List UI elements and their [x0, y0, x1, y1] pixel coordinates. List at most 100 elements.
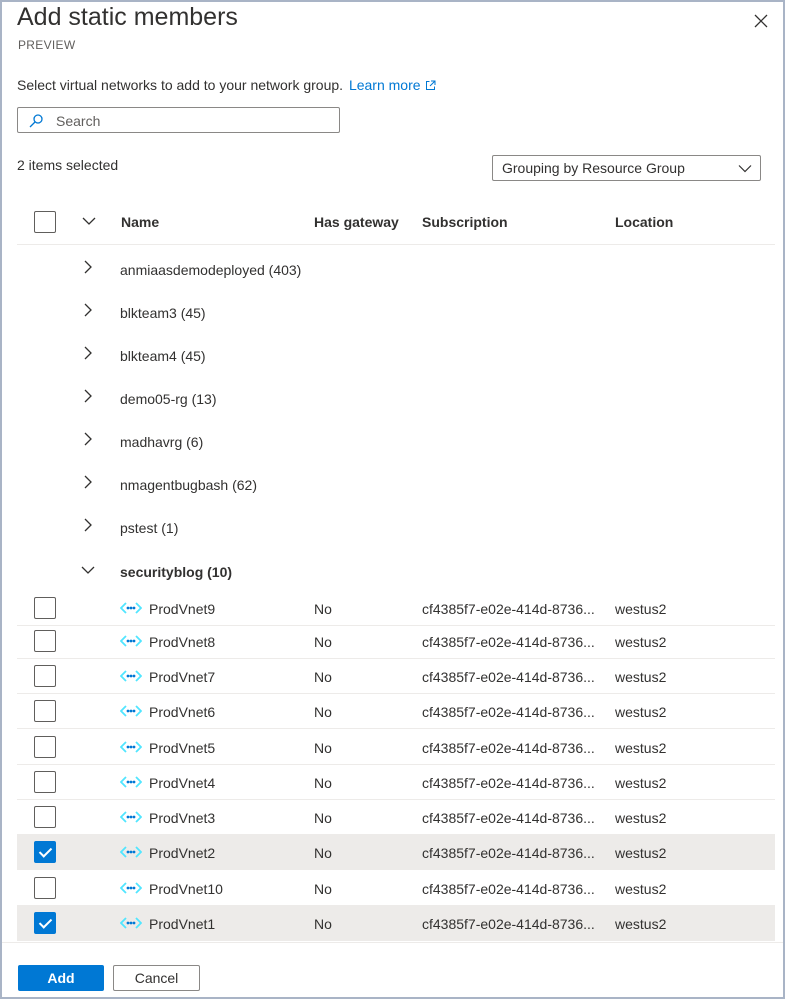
chevron-right-icon[interactable]: [83, 475, 93, 489]
vnet-gateway: No: [314, 740, 332, 756]
vnet-gateway: No: [314, 845, 332, 861]
row-checkbox[interactable]: [34, 597, 56, 619]
table-row[interactable]: ProdVnet3 No cf4385f7-e02e-414d-8736... …: [17, 800, 775, 835]
row-checkbox[interactable]: [34, 877, 56, 899]
search-input[interactable]: [56, 111, 326, 131]
learn-more-link[interactable]: Learn more: [349, 77, 436, 93]
vnet-name: ProdVnet7: [149, 669, 216, 685]
group-label: madhavrg (6): [120, 434, 204, 450]
vnet-gateway: No: [314, 810, 332, 826]
vnet-name: ProdVnet2: [149, 845, 216, 861]
vnet-name: ProdVnet4: [149, 775, 216, 791]
vnet-subscription: cf4385f7-e02e-414d-8736...: [422, 669, 595, 685]
vnet-subscription: cf4385f7-e02e-414d-8736...: [422, 634, 595, 650]
vnet-location: westus2: [615, 916, 667, 932]
vnet-subscription: cf4385f7-e02e-414d-8736...: [422, 881, 595, 897]
add-button[interactable]: Add: [18, 965, 104, 991]
select-all-checkbox[interactable]: [34, 211, 56, 233]
group-row-expanded[interactable]: securityblog (10): [17, 549, 775, 592]
row-checkbox-checked[interactable]: [34, 912, 56, 934]
column-header-location[interactable]: Location: [615, 214, 673, 230]
vnet-subscription: cf4385f7-e02e-414d-8736...: [422, 845, 595, 861]
virtual-network-icon: [120, 776, 142, 788]
virtual-network-icon: [120, 602, 142, 614]
table-row[interactable]: ProdVnet9 No cf4385f7-e02e-414d-8736... …: [17, 591, 775, 626]
chevron-right-icon[interactable]: [83, 389, 93, 403]
panel-title: Add static members: [17, 3, 238, 31]
row-checkbox[interactable]: [34, 771, 56, 793]
vnet-subscription: cf4385f7-e02e-414d-8736...: [422, 810, 595, 826]
column-header-gateway[interactable]: Has gateway: [314, 214, 399, 230]
table-row[interactable]: ProdVnet7 No cf4385f7-e02e-414d-8736... …: [17, 659, 775, 694]
vnet-name: ProdVnet5: [149, 740, 216, 756]
vnet-gateway: No: [314, 669, 332, 685]
close-icon: [754, 14, 768, 28]
vnet-name: ProdVnet8: [149, 634, 216, 650]
table-row[interactable]: ProdVnet8 No cf4385f7-e02e-414d-8736... …: [17, 624, 775, 659]
group-row[interactable]: anmiaasdemodeployed (403): [17, 247, 775, 290]
chevron-down-icon[interactable]: [81, 565, 95, 575]
vnet-location: westus2: [615, 775, 667, 791]
table-row[interactable]: ProdVnet5 No cf4385f7-e02e-414d-8736... …: [17, 730, 775, 765]
vnet-location: westus2: [615, 740, 667, 756]
virtual-network-icon: [120, 705, 142, 717]
group-label: pstest (1): [120, 520, 179, 536]
group-label: blkteam4 (45): [120, 348, 206, 364]
group-label: nmagentbugbash (62): [120, 477, 257, 493]
group-row[interactable]: nmagentbugbash (62): [17, 462, 775, 505]
search-icon: [29, 114, 43, 128]
group-label: blkteam3 (45): [120, 305, 206, 321]
row-checkbox[interactable]: [34, 630, 56, 652]
external-link-icon: [425, 80, 436, 90]
vnet-location: westus2: [615, 601, 667, 617]
chevron-down-icon: [738, 165, 752, 173]
vnet-location: westus2: [615, 704, 667, 720]
column-header-name[interactable]: Name: [121, 214, 159, 230]
table-row-selected[interactable]: ProdVnet1 No cf4385f7-e02e-414d-8736... …: [17, 906, 775, 941]
row-checkbox-checked[interactable]: [34, 841, 56, 863]
grouping-dropdown[interactable]: Grouping by Resource Group: [492, 155, 761, 181]
virtual-network-icon: [120, 917, 142, 929]
footer-divider: [2, 942, 783, 943]
group-row[interactable]: blkteam4 (45): [17, 333, 775, 376]
table-row[interactable]: ProdVnet6 No cf4385f7-e02e-414d-8736... …: [17, 694, 775, 729]
vnet-location: westus2: [615, 634, 667, 650]
group-row[interactable]: madhavrg (6): [17, 419, 775, 462]
virtual-network-icon: [120, 670, 142, 682]
vnet-name: ProdVnet9: [149, 601, 216, 617]
panel-subtitle: PREVIEW: [18, 38, 76, 52]
selection-count: 2 items selected: [17, 157, 119, 173]
group-label: demo05-rg (13): [120, 391, 217, 407]
row-checkbox[interactable]: [34, 806, 56, 828]
virtual-network-icon: [120, 741, 142, 753]
vnet-location: westus2: [615, 845, 667, 861]
row-checkbox[interactable]: [34, 736, 56, 758]
vnet-location: westus2: [615, 669, 667, 685]
vnet-subscription: cf4385f7-e02e-414d-8736...: [422, 704, 595, 720]
chevron-right-icon[interactable]: [83, 518, 93, 532]
table-row-selected[interactable]: ProdVnet2 No cf4385f7-e02e-414d-8736... …: [17, 835, 775, 870]
group-row[interactable]: pstest (1): [17, 505, 775, 548]
chevron-right-icon[interactable]: [83, 260, 93, 274]
group-label: securityblog (10): [120, 564, 233, 580]
virtual-network-icon: [120, 635, 142, 647]
close-button[interactable]: [748, 8, 774, 34]
group-row[interactable]: demo05-rg (13): [17, 376, 775, 419]
chevron-right-icon[interactable]: [83, 346, 93, 360]
chevron-right-icon[interactable]: [83, 303, 93, 317]
row-checkbox[interactable]: [34, 665, 56, 687]
search-box[interactable]: [17, 107, 340, 133]
vnet-gateway: No: [314, 881, 332, 897]
cancel-button[interactable]: Cancel: [113, 965, 200, 991]
vnet-location: westus2: [615, 881, 667, 897]
chevron-right-icon[interactable]: [83, 432, 93, 446]
description: Select virtual networks to add to your n…: [17, 77, 436, 93]
table-row[interactable]: ProdVnet10 No cf4385f7-e02e-414d-8736...…: [17, 871, 775, 906]
table-row[interactable]: ProdVnet4 No cf4385f7-e02e-414d-8736... …: [17, 765, 775, 800]
vnet-name: ProdVnet3: [149, 810, 216, 826]
column-header-subscription[interactable]: Subscription: [422, 214, 508, 230]
row-checkbox[interactable]: [34, 700, 56, 722]
group-row[interactable]: blkteam3 (45): [17, 290, 775, 333]
group-label: anmiaasdemodeployed (403): [120, 262, 302, 278]
collapse-all-chevron-icon[interactable]: [82, 216, 96, 226]
